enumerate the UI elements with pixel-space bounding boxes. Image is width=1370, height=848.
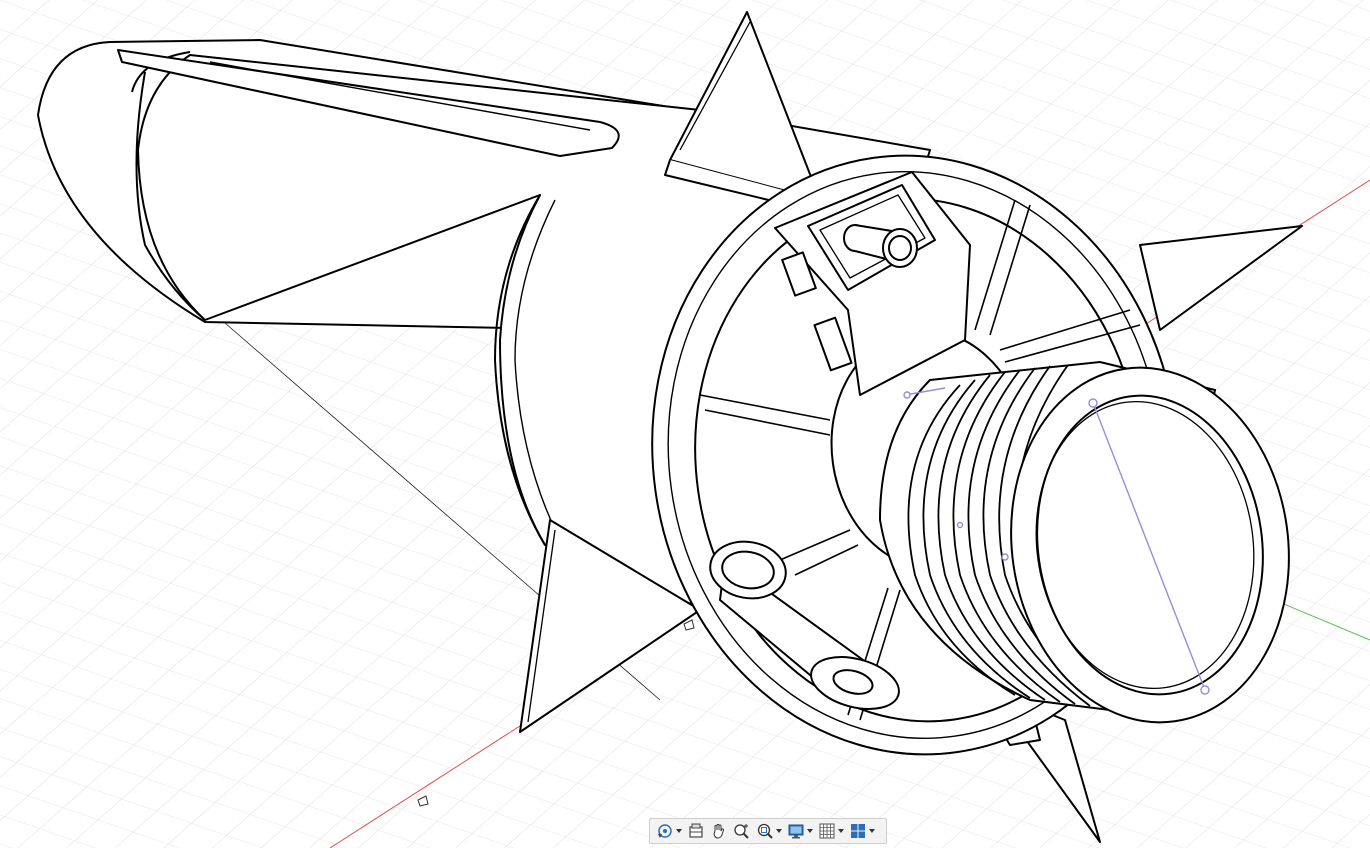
walk-icon: [689, 823, 703, 838]
walk-button[interactable]: [685, 820, 707, 842]
viewports-button[interactable]: [847, 820, 877, 842]
zoom-window-icon: [757, 823, 773, 839]
model-canvas[interactable]: [0, 0, 1370, 848]
monitor-icon: [788, 824, 804, 839]
grid-icon: [819, 823, 835, 839]
orbit-icon: [658, 824, 672, 838]
hand-pan-icon: [713, 824, 725, 839]
pan-button[interactable]: [708, 820, 730, 842]
orbit-menu-caret[interactable]: [676, 829, 682, 833]
zoom-window-button[interactable]: [754, 820, 784, 842]
zoom-menu-caret[interactable]: [776, 829, 782, 833]
zoom-button[interactable]: [731, 820, 753, 842]
display-menu-caret[interactable]: [807, 829, 813, 833]
display-button[interactable]: [785, 820, 815, 842]
navigation-toolbar: [649, 818, 887, 844]
grid-button[interactable]: [816, 820, 846, 842]
viewports-icon: [851, 824, 865, 838]
grid-menu-caret[interactable]: [838, 829, 844, 833]
3d-viewport[interactable]: [0, 0, 1370, 848]
orbit-button[interactable]: [654, 820, 684, 842]
zoom-plus-icon: [734, 824, 749, 839]
viewports-menu-caret[interactable]: [869, 829, 875, 833]
